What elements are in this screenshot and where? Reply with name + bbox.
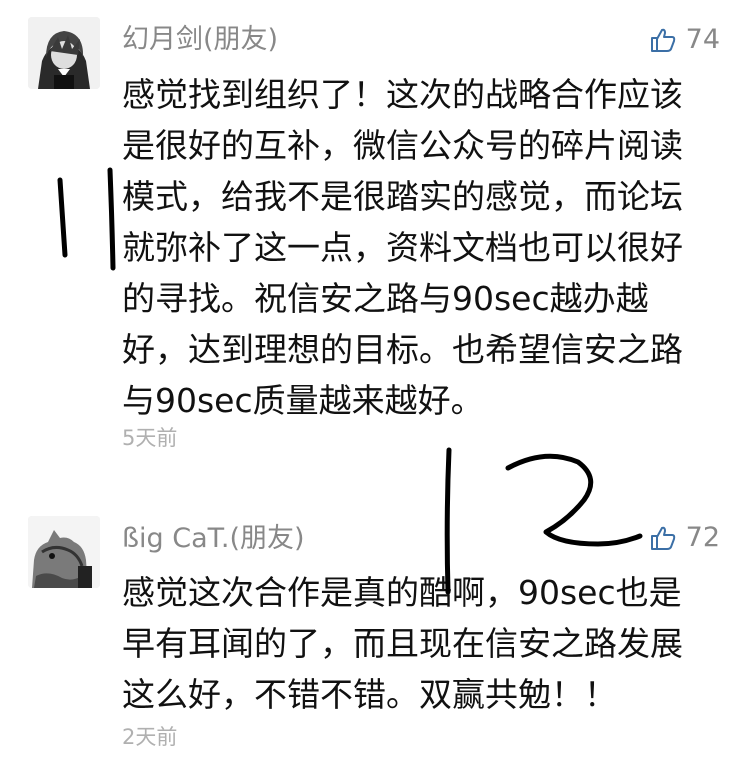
thumbs-up-icon bbox=[650, 28, 675, 52]
comment-line: 早有耳闻的了，而且现在信安之路发展 bbox=[122, 624, 683, 663]
like-count: 74 bbox=[685, 24, 720, 55]
avatar[interactable] bbox=[28, 516, 100, 588]
comment-text: 感觉找到组织了！这次的战略合作应该 是很好的互补，微信公众号的碎片阅读 模式，给… bbox=[122, 69, 722, 426]
comment-line: 感觉找到组织了！这次的战略合作应该 bbox=[122, 75, 683, 114]
comment-line: 是很好的互补，微信公众号的碎片阅读 bbox=[122, 126, 683, 165]
comment-line: 这么好，不错不错。双赢共勉！！ bbox=[122, 675, 617, 714]
like-button[interactable]: 74 bbox=[650, 22, 720, 58]
ink-stroke bbox=[57, 177, 68, 258]
comment-line: 与90sec质量越来越好。 bbox=[122, 381, 484, 420]
like-count: 72 bbox=[685, 522, 720, 553]
comment-time: 2天前 bbox=[122, 725, 178, 749]
comment-time: 5天前 bbox=[122, 426, 178, 450]
ink-stroke bbox=[107, 167, 116, 271]
comment-line: 的寻找。祝信安之路与90sec越办越 bbox=[122, 279, 649, 318]
avatar[interactable] bbox=[28, 17, 100, 89]
comment-line: 感觉这次合作是真的酷啊，90sec也是 bbox=[122, 573, 682, 612]
comment-line: 模式，给我不是很踏实的感觉，而论坛 bbox=[122, 177, 683, 216]
comment-line: 就弥补了这一点，资料文档也可以很好 bbox=[122, 228, 683, 267]
thumbs-up-icon bbox=[650, 526, 675, 550]
comment-text: 感觉这次合作是真的酷啊，90sec也是 早有耳闻的了，而且现在信安之路发展 这么… bbox=[122, 567, 722, 720]
ink-stroke bbox=[505, 453, 643, 547]
like-button[interactable]: 72 bbox=[650, 520, 720, 556]
comment-author[interactable]: ßig CaT.(朋友) bbox=[122, 521, 305, 557]
comment-author[interactable]: 幻月剑(朋友) bbox=[122, 22, 278, 58]
comment-line: 好，达到理想的目标。也希望信安之路 bbox=[122, 330, 683, 369]
